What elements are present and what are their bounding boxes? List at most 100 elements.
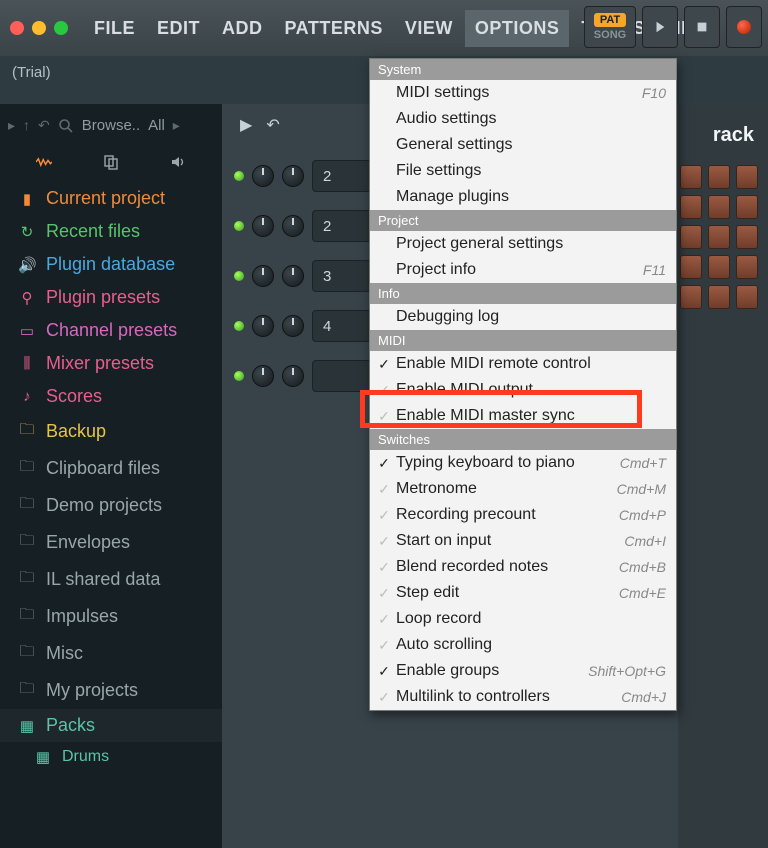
channel-led[interactable] xyxy=(234,321,244,331)
sidebar-item[interactable]: 🗀My projects xyxy=(0,672,222,709)
sidebar-item[interactable]: ↻Recent files xyxy=(0,215,222,248)
menu-patterns[interactable]: PATTERNS xyxy=(275,10,393,47)
search-icon[interactable] xyxy=(58,116,74,133)
step-pad[interactable] xyxy=(680,225,702,249)
item-general-settings[interactable]: General settings xyxy=(370,132,676,158)
step-pad[interactable] xyxy=(680,285,702,309)
stop-button[interactable] xyxy=(684,6,720,48)
sidebar-item[interactable]: 🗀IL shared data xyxy=(0,561,222,598)
pan-knob[interactable] xyxy=(252,365,274,387)
item-enable-midi-remote[interactable]: ✓Enable MIDI remote control xyxy=(370,351,676,377)
sidebar-item[interactable]: 🗀Backup xyxy=(0,413,222,450)
item-auto-scrolling[interactable]: ✓Auto scrolling xyxy=(370,632,676,658)
step-pad[interactable] xyxy=(736,225,758,249)
close-window-button[interactable] xyxy=(10,21,24,35)
play-button[interactable] xyxy=(642,6,678,48)
item-loop-record[interactable]: ✓Loop record xyxy=(370,606,676,632)
step-pad[interactable] xyxy=(736,255,758,279)
mixer-icon: ⫼ xyxy=(18,355,36,372)
chevron-right-icon[interactable]: ▸ xyxy=(173,117,180,134)
sidebar-item[interactable]: 🗀Misc xyxy=(0,635,222,672)
vol-knob[interactable] xyxy=(282,265,304,287)
copy-icon[interactable] xyxy=(103,153,119,171)
item-step-edit[interactable]: ✓Step editCmd+E xyxy=(370,580,676,606)
options-dropdown: System MIDI settingsF10 Audio settings G… xyxy=(369,58,677,711)
check-icon: ✓ xyxy=(376,408,392,425)
vol-knob[interactable] xyxy=(282,165,304,187)
vol-knob[interactable] xyxy=(282,365,304,387)
minimize-window-button[interactable] xyxy=(32,21,46,35)
chevron-right-icon[interactable]: ▸ xyxy=(8,117,15,134)
item-metronome[interactable]: ✓MetronomeCmd+M xyxy=(370,476,676,502)
sidebar-item[interactable]: 🗀Clipboard files xyxy=(0,450,222,487)
sidebar-item[interactable]: 🔊Plugin database xyxy=(0,248,222,281)
step-pad[interactable] xyxy=(708,165,730,189)
item-typing-piano[interactable]: ✓Typing keyboard to pianoCmd+T xyxy=(370,450,676,476)
menu-edit[interactable]: EDIT xyxy=(147,10,210,47)
item-debug-log[interactable]: Debugging log xyxy=(370,304,676,330)
maximize-window-button[interactable] xyxy=(54,21,68,35)
item-audio-settings[interactable]: Audio settings xyxy=(370,106,676,132)
vol-knob[interactable] xyxy=(282,315,304,337)
step-pad[interactable] xyxy=(680,195,702,219)
step-pad[interactable] xyxy=(736,285,758,309)
vol-knob[interactable] xyxy=(282,215,304,237)
item-enable-midi-sync[interactable]: ✓Enable MIDI master sync xyxy=(370,403,676,429)
speaker-icon[interactable] xyxy=(170,153,186,171)
up-arrow-icon[interactable]: ↑ xyxy=(23,117,30,133)
folder-icon: ▮ xyxy=(18,190,36,208)
item-file-settings[interactable]: File settings xyxy=(370,158,676,184)
item-midi-settings[interactable]: MIDI settingsF10 xyxy=(370,80,676,106)
item-recording-precount[interactable]: ✓Recording precountCmd+P xyxy=(370,502,676,528)
sidebar-item[interactable]: ⫼Mixer presets xyxy=(0,347,222,380)
step-pad[interactable] xyxy=(708,285,730,309)
channel-led[interactable] xyxy=(234,271,244,281)
play-icon[interactable]: ▶ xyxy=(240,115,252,135)
sidebar-item-drums[interactable]: ▦Drums xyxy=(0,742,222,772)
item-multilink[interactable]: ✓Multilink to controllersCmd+J xyxy=(370,684,676,710)
record-button[interactable] xyxy=(726,6,762,48)
step-pad[interactable] xyxy=(708,195,730,219)
menu-view[interactable]: VIEW xyxy=(395,10,463,47)
sidebar-item[interactable]: ⚲Plugin presets xyxy=(0,281,222,314)
channel-led[interactable] xyxy=(234,221,244,231)
check-icon: ✓ xyxy=(376,455,392,472)
undo-icon[interactable]: ↶ xyxy=(266,115,279,135)
item-project-info[interactable]: Project infoF11 xyxy=(370,257,676,283)
step-pad[interactable] xyxy=(736,165,758,189)
step-pad[interactable] xyxy=(708,225,730,249)
item-project-general[interactable]: Project general settings xyxy=(370,231,676,257)
sidebar-item[interactable]: 🗀Envelopes xyxy=(0,524,222,561)
item-blend-notes[interactable]: ✓Blend recorded notesCmd+B xyxy=(370,554,676,580)
pan-knob[interactable] xyxy=(252,315,274,337)
item-start-on-input[interactable]: ✓Start on inputCmd+I xyxy=(370,528,676,554)
sidebar-item[interactable]: 🗀Demo projects xyxy=(0,487,222,524)
sidebar-item[interactable]: ♪Scores xyxy=(0,380,222,413)
folder-icon: 🗀 xyxy=(18,456,36,481)
step-pad[interactable] xyxy=(680,165,702,189)
step-pad[interactable] xyxy=(736,195,758,219)
item-enable-groups[interactable]: ✓Enable groupsShift+Opt+G xyxy=(370,658,676,684)
sidebar-item[interactable]: ▮Current project xyxy=(0,182,222,215)
sidebar-item[interactable]: 🗀Impulses xyxy=(0,598,222,635)
box-icon: ▦ xyxy=(34,748,52,766)
pan-knob[interactable] xyxy=(252,165,274,187)
channel-led[interactable] xyxy=(234,371,244,381)
menu-options[interactable]: OPTIONS xyxy=(465,10,570,47)
sidebar-item-packs[interactable]: ▦Packs xyxy=(0,709,222,742)
step-pad[interactable] xyxy=(680,255,702,279)
pat-song-toggle[interactable]: PAT SONG xyxy=(584,6,636,48)
undo-icon[interactable]: ↶ xyxy=(38,117,50,134)
channel-led[interactable] xyxy=(234,171,244,181)
menu-add[interactable]: ADD xyxy=(212,10,273,47)
step-pad[interactable] xyxy=(708,255,730,279)
pan-knob[interactable] xyxy=(252,265,274,287)
item-enable-midi-output[interactable]: ✓Enable MIDI output xyxy=(370,377,676,403)
record-icon xyxy=(737,20,751,34)
browser-filter-all[interactable]: All xyxy=(148,117,165,134)
item-manage-plugins[interactable]: Manage plugins xyxy=(370,184,676,210)
waveform-icon[interactable] xyxy=(36,153,52,171)
sidebar-item[interactable]: ▭Channel presets xyxy=(0,314,222,347)
menu-file[interactable]: FILE xyxy=(84,10,145,47)
pan-knob[interactable] xyxy=(252,215,274,237)
